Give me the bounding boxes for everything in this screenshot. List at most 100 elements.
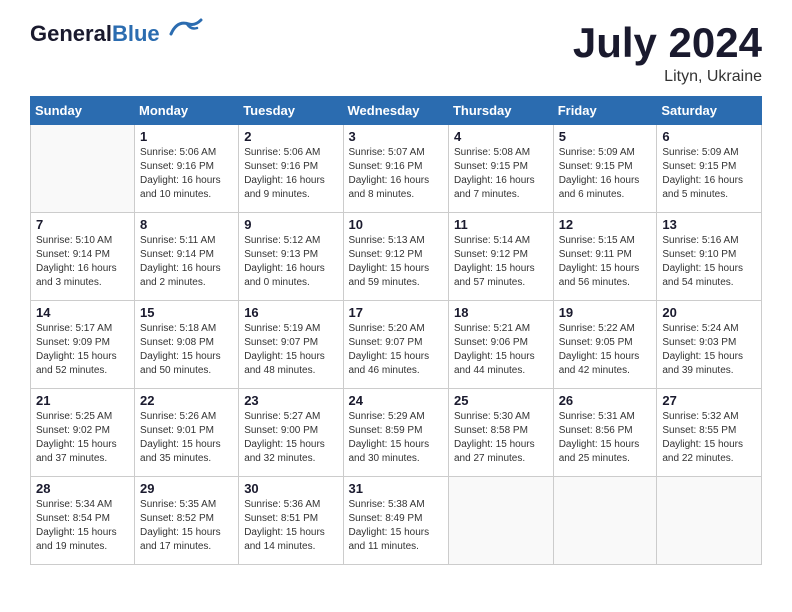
table-row: 25 Sunrise: 5:30 AMSunset: 8:58 PMDayligh… <box>448 389 553 477</box>
table-row <box>31 125 135 213</box>
day-info: Sunrise: 5:11 AMSunset: 9:14 PMDaylight:… <box>140 234 233 290</box>
day-number: 24 <box>349 393 443 408</box>
table-row: 2 Sunrise: 5:06 AMSunset: 9:16 PMDaylight… <box>239 125 343 213</box>
col-wednesday: Wednesday <box>343 97 448 125</box>
table-row: 15 Sunrise: 5:18 AMSunset: 9:08 PMDayligh… <box>135 301 239 389</box>
day-number: 7 <box>36 217 129 232</box>
day-number: 28 <box>36 481 129 496</box>
day-info: Sunrise: 5:32 AMSunset: 8:55 PMDaylight:… <box>662 410 756 466</box>
day-info: Sunrise: 5:22 AMSunset: 9:05 PMDaylight:… <box>559 322 652 378</box>
table-row: 16Sunrise: 5:19 AMSunset: 9:07 PMDayligh… <box>239 301 343 389</box>
day-info: Sunrise: 5:06 AMSunset: 9:16 PMDaylight:… <box>244 146 337 202</box>
day-number: 27 <box>662 393 756 408</box>
table-row: 28 Sunrise: 5:34 AMSunset: 8:54 PMDayligh… <box>31 477 135 565</box>
day-info: Sunrise: 5:16 AMSunset: 9:10 PMDaylight:… <box>662 234 756 290</box>
table-row: 30Sunrise: 5:36 AMSunset: 8:51 PMDayligh… <box>239 477 343 565</box>
table-row: 8 Sunrise: 5:11 AMSunset: 9:14 PMDaylight… <box>135 213 239 301</box>
day-number: 29 <box>140 481 233 496</box>
table-row: 4 Sunrise: 5:08 AMSunset: 9:15 PMDaylight… <box>448 125 553 213</box>
day-info: Sunrise: 5:09 AMSunset: 9:15 PMDaylight:… <box>662 146 756 202</box>
day-number: 19 <box>559 305 652 320</box>
day-info: Sunrise: 5:09 AMSunset: 9:15 PMDaylight:… <box>559 146 652 202</box>
day-info: Sunrise: 5:29 AMSunset: 8:59 PMDaylight:… <box>349 410 443 466</box>
day-info: Sunrise: 5:13 AMSunset: 9:12 PMDaylight:… <box>349 234 443 290</box>
logo-text: GeneralBlue <box>30 23 160 45</box>
col-saturday: Saturday <box>657 97 762 125</box>
day-info: Sunrise: 5:08 AMSunset: 9:15 PMDaylight:… <box>454 146 548 202</box>
calendar-week-row: 14 Sunrise: 5:17 AMSunset: 9:09 PMDayligh… <box>31 301 762 389</box>
day-info: Sunrise: 5:06 AMSunset: 9:16 PMDaylight:… <box>140 146 233 202</box>
location: Lityn, Ukraine <box>573 68 762 86</box>
day-info: Sunrise: 5:26 AMSunset: 9:01 PMDaylight:… <box>140 410 233 466</box>
table-row: 9 Sunrise: 5:12 AMSunset: 9:13 PMDaylight… <box>239 213 343 301</box>
table-row: 21 Sunrise: 5:25 AMSunset: 9:02 PMDayligh… <box>31 389 135 477</box>
day-info: Sunrise: 5:17 AMSunset: 9:09 PMDaylight:… <box>36 322 129 378</box>
calendar-week-row: 28 Sunrise: 5:34 AMSunset: 8:54 PMDayligh… <box>31 477 762 565</box>
table-row: 12Sunrise: 5:15 AMSunset: 9:11 PMDayligh… <box>553 213 657 301</box>
table-row: 17Sunrise: 5:20 AMSunset: 9:07 PMDayligh… <box>343 301 448 389</box>
day-number: 14 <box>36 305 129 320</box>
day-number: 5 <box>559 129 652 144</box>
day-number: 11 <box>454 217 548 232</box>
day-number: 23 <box>244 393 337 408</box>
day-number: 17 <box>349 305 443 320</box>
day-info: Sunrise: 5:07 AMSunset: 9:16 PMDaylight:… <box>349 146 443 202</box>
table-row: 13Sunrise: 5:16 AMSunset: 9:10 PMDayligh… <box>657 213 762 301</box>
day-info: Sunrise: 5:34 AMSunset: 8:54 PMDaylight:… <box>36 498 129 554</box>
day-number: 1 <box>140 129 233 144</box>
table-row <box>553 477 657 565</box>
day-number: 31 <box>349 481 443 496</box>
day-info: Sunrise: 5:30 AMSunset: 8:58 PMDaylight:… <box>454 410 548 466</box>
table-row: 22 Sunrise: 5:26 AMSunset: 9:01 PMDayligh… <box>135 389 239 477</box>
day-info: Sunrise: 5:35 AMSunset: 8:52 PMDaylight:… <box>140 498 233 554</box>
col-sunday: Sunday <box>31 97 135 125</box>
table-row: 27 Sunrise: 5:32 AMSunset: 8:55 PMDayligh… <box>657 389 762 477</box>
day-info: Sunrise: 5:27 AMSunset: 9:00 PMDaylight:… <box>244 410 337 466</box>
col-monday: Monday <box>135 97 239 125</box>
day-info: Sunrise: 5:36 AMSunset: 8:51 PMDaylight:… <box>244 498 337 554</box>
table-row: 7Sunrise: 5:10 AMSunset: 9:14 PMDaylight… <box>31 213 135 301</box>
day-number: 10 <box>349 217 443 232</box>
table-row: 6 Sunrise: 5:09 AMSunset: 9:15 PMDaylight… <box>657 125 762 213</box>
header: GeneralBlue July 2024 Lityn, Ukraine <box>30 20 762 86</box>
calendar-week-row: 1 Sunrise: 5:06 AMSunset: 9:16 PMDaylight… <box>31 125 762 213</box>
day-number: 25 <box>454 393 548 408</box>
day-info: Sunrise: 5:18 AMSunset: 9:08 PMDaylight:… <box>140 322 233 378</box>
calendar: Sunday Monday Tuesday Wednesday Thursday… <box>30 96 762 565</box>
table-row <box>657 477 762 565</box>
day-number: 3 <box>349 129 443 144</box>
logo-bird-icon <box>167 16 203 47</box>
page: GeneralBlue July 2024 Lityn, Ukraine Sun… <box>0 0 792 575</box>
day-number: 18 <box>454 305 548 320</box>
day-number: 2 <box>244 129 337 144</box>
table-row: 26 Sunrise: 5:31 AMSunset: 8:56 PMDayligh… <box>553 389 657 477</box>
table-row: 10 Sunrise: 5:13 AMSunset: 9:12 PMDayligh… <box>343 213 448 301</box>
month-title: July 2024 <box>573 20 762 66</box>
table-row: 11Sunrise: 5:14 AMSunset: 9:12 PMDayligh… <box>448 213 553 301</box>
day-number: 22 <box>140 393 233 408</box>
day-number: 4 <box>454 129 548 144</box>
day-info: Sunrise: 5:19 AMSunset: 9:07 PMDaylight:… <box>244 322 337 378</box>
day-number: 8 <box>140 217 233 232</box>
title-section: July 2024 Lityn, Ukraine <box>573 20 762 86</box>
day-info: Sunrise: 5:12 AMSunset: 9:13 PMDaylight:… <box>244 234 337 290</box>
table-row: 5 Sunrise: 5:09 AMSunset: 9:15 PMDaylight… <box>553 125 657 213</box>
table-row: 24 Sunrise: 5:29 AMSunset: 8:59 PMDayligh… <box>343 389 448 477</box>
table-row <box>448 477 553 565</box>
col-friday: Friday <box>553 97 657 125</box>
day-info: Sunrise: 5:25 AMSunset: 9:02 PMDaylight:… <box>36 410 129 466</box>
table-row: 29 Sunrise: 5:35 AMSunset: 8:52 PMDayligh… <box>135 477 239 565</box>
table-row: 20Sunrise: 5:24 AMSunset: 9:03 PMDayligh… <box>657 301 762 389</box>
day-number: 15 <box>140 305 233 320</box>
day-number: 21 <box>36 393 129 408</box>
calendar-week-row: 7Sunrise: 5:10 AMSunset: 9:14 PMDaylight… <box>31 213 762 301</box>
day-info: Sunrise: 5:31 AMSunset: 8:56 PMDaylight:… <box>559 410 652 466</box>
table-row: 31Sunrise: 5:38 AMSunset: 8:49 PMDayligh… <box>343 477 448 565</box>
table-row: 3 Sunrise: 5:07 AMSunset: 9:16 PMDaylight… <box>343 125 448 213</box>
day-number: 12 <box>559 217 652 232</box>
day-number: 9 <box>244 217 337 232</box>
day-number: 26 <box>559 393 652 408</box>
table-row: 1 Sunrise: 5:06 AMSunset: 9:16 PMDaylight… <box>135 125 239 213</box>
table-row: 14 Sunrise: 5:17 AMSunset: 9:09 PMDayligh… <box>31 301 135 389</box>
day-number: 6 <box>662 129 756 144</box>
